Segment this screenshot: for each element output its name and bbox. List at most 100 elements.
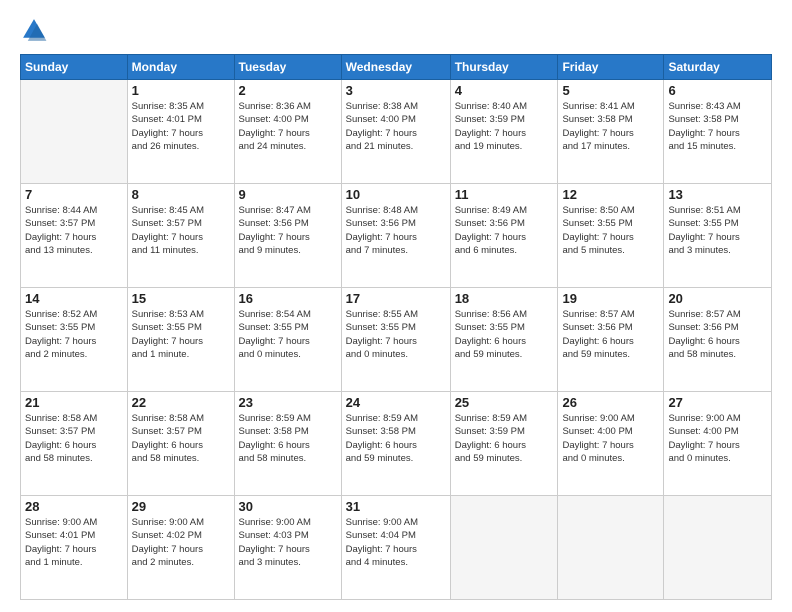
- calendar: SundayMondayTuesdayWednesdayThursdayFrid…: [20, 54, 772, 600]
- day-number: 12: [562, 187, 659, 202]
- day-number: 1: [132, 83, 230, 98]
- day-cell: 25 Sunrise: 8:59 AM Sunset: 3:59 PM Dayli…: [450, 392, 558, 496]
- day-info: Sunrise: 9:00 AM Sunset: 4:00 PM Dayligh…: [562, 412, 659, 465]
- day-cell: 8 Sunrise: 8:45 AM Sunset: 3:57 PM Daylig…: [127, 184, 234, 288]
- weekday-header-thursday: Thursday: [450, 55, 558, 80]
- day-info: Sunrise: 9:00 AM Sunset: 4:03 PM Dayligh…: [239, 516, 337, 569]
- weekday-header-wednesday: Wednesday: [341, 55, 450, 80]
- weekday-header-monday: Monday: [127, 55, 234, 80]
- day-number: 3: [346, 83, 446, 98]
- day-info: Sunrise: 8:49 AM Sunset: 3:56 PM Dayligh…: [455, 204, 554, 257]
- day-info: Sunrise: 8:59 AM Sunset: 3:59 PM Dayligh…: [455, 412, 554, 465]
- week-row-2: 7 Sunrise: 8:44 AM Sunset: 3:57 PM Daylig…: [21, 184, 772, 288]
- day-info: Sunrise: 9:00 AM Sunset: 4:04 PM Dayligh…: [346, 516, 446, 569]
- day-cell: 2 Sunrise: 8:36 AM Sunset: 4:00 PM Daylig…: [234, 80, 341, 184]
- day-number: 4: [455, 83, 554, 98]
- day-number: 14: [25, 291, 123, 306]
- day-number: 29: [132, 499, 230, 514]
- day-cell: 31Sunrise: 9:00 AM Sunset: 4:04 PM Dayli…: [341, 496, 450, 600]
- day-cell: 6Sunrise: 8:43 AM Sunset: 3:58 PM Daylig…: [664, 80, 772, 184]
- day-cell: 5 Sunrise: 8:41 AM Sunset: 3:58 PM Daylig…: [558, 80, 664, 184]
- day-number: 25: [455, 395, 554, 410]
- day-number: 13: [668, 187, 767, 202]
- day-cell: 23Sunrise: 8:59 AM Sunset: 3:58 PM Dayli…: [234, 392, 341, 496]
- day-number: 24: [346, 395, 446, 410]
- day-info: Sunrise: 9:00 AM Sunset: 4:02 PM Dayligh…: [132, 516, 230, 569]
- day-number: 30: [239, 499, 337, 514]
- page: SundayMondayTuesdayWednesdayThursdayFrid…: [0, 0, 792, 612]
- week-row-5: 28 Sunrise: 9:00 AM Sunset: 4:01 PM Dayli…: [21, 496, 772, 600]
- day-info: Sunrise: 8:54 AM Sunset: 3:55 PM Dayligh…: [239, 308, 337, 361]
- day-info: Sunrise: 8:41 AM Sunset: 3:58 PM Dayligh…: [562, 100, 659, 153]
- header: [20, 16, 772, 44]
- day-number: 5: [562, 83, 659, 98]
- day-info: Sunrise: 8:40 AM Sunset: 3:59 PM Dayligh…: [455, 100, 554, 153]
- day-number: 8: [132, 187, 230, 202]
- day-number: 10: [346, 187, 446, 202]
- day-cell: [450, 496, 558, 600]
- day-number: 19: [562, 291, 659, 306]
- week-row-1: 1 Sunrise: 8:35 AM Sunset: 4:01 PM Daylig…: [21, 80, 772, 184]
- day-info: Sunrise: 8:55 AM Sunset: 3:55 PM Dayligh…: [346, 308, 446, 361]
- day-cell: 29 Sunrise: 9:00 AM Sunset: 4:02 PM Dayli…: [127, 496, 234, 600]
- day-number: 20: [668, 291, 767, 306]
- day-cell: 17 Sunrise: 8:55 AM Sunset: 3:55 PM Dayli…: [341, 288, 450, 392]
- day-info: Sunrise: 8:44 AM Sunset: 3:57 PM Dayligh…: [25, 204, 123, 257]
- day-info: Sunrise: 8:56 AM Sunset: 3:55 PM Dayligh…: [455, 308, 554, 361]
- weekday-header-friday: Friday: [558, 55, 664, 80]
- day-number: 11: [455, 187, 554, 202]
- day-number: 23: [239, 395, 337, 410]
- day-cell: 18 Sunrise: 8:56 AM Sunset: 3:55 PM Dayli…: [450, 288, 558, 392]
- day-cell: 7 Sunrise: 8:44 AM Sunset: 3:57 PM Daylig…: [21, 184, 128, 288]
- day-number: 17: [346, 291, 446, 306]
- logo-icon: [20, 16, 48, 44]
- day-number: 27: [668, 395, 767, 410]
- day-info: Sunrise: 8:51 AM Sunset: 3:55 PM Dayligh…: [668, 204, 767, 257]
- weekday-header-tuesday: Tuesday: [234, 55, 341, 80]
- day-cell: 26 Sunrise: 9:00 AM Sunset: 4:00 PM Dayli…: [558, 392, 664, 496]
- day-info: Sunrise: 8:45 AM Sunset: 3:57 PM Dayligh…: [132, 204, 230, 257]
- day-info: Sunrise: 8:47 AM Sunset: 3:56 PM Dayligh…: [239, 204, 337, 257]
- day-cell: 19 Sunrise: 8:57 AM Sunset: 3:56 PM Dayli…: [558, 288, 664, 392]
- day-number: 15: [132, 291, 230, 306]
- day-cell: 14 Sunrise: 8:52 AM Sunset: 3:55 PM Dayli…: [21, 288, 128, 392]
- day-cell: 20 Sunrise: 8:57 AM Sunset: 3:56 PM Dayli…: [664, 288, 772, 392]
- day-cell: 21 Sunrise: 8:58 AM Sunset: 3:57 PM Dayli…: [21, 392, 128, 496]
- day-number: 18: [455, 291, 554, 306]
- logo: [20, 16, 52, 44]
- day-cell: [664, 496, 772, 600]
- day-number: 22: [132, 395, 230, 410]
- day-number: 16: [239, 291, 337, 306]
- day-cell: 9 Sunrise: 8:47 AM Sunset: 3:56 PM Daylig…: [234, 184, 341, 288]
- day-info: Sunrise: 8:58 AM Sunset: 3:57 PM Dayligh…: [25, 412, 123, 465]
- day-number: 21: [25, 395, 123, 410]
- weekday-header-sunday: Sunday: [21, 55, 128, 80]
- day-cell: 15 Sunrise: 8:53 AM Sunset: 3:55 PM Dayli…: [127, 288, 234, 392]
- day-cell: [21, 80, 128, 184]
- day-number: 7: [25, 187, 123, 202]
- day-cell: 13 Sunrise: 8:51 AM Sunset: 3:55 PM Dayli…: [664, 184, 772, 288]
- day-info: Sunrise: 8:50 AM Sunset: 3:55 PM Dayligh…: [562, 204, 659, 257]
- week-row-3: 14 Sunrise: 8:52 AM Sunset: 3:55 PM Dayli…: [21, 288, 772, 392]
- day-cell: 27Sunrise: 9:00 AM Sunset: 4:00 PM Dayli…: [664, 392, 772, 496]
- day-info: Sunrise: 8:57 AM Sunset: 3:56 PM Dayligh…: [668, 308, 767, 361]
- day-info: Sunrise: 8:35 AM Sunset: 4:01 PM Dayligh…: [132, 100, 230, 153]
- day-info: Sunrise: 8:52 AM Sunset: 3:55 PM Dayligh…: [25, 308, 123, 361]
- day-info: Sunrise: 8:57 AM Sunset: 3:56 PM Dayligh…: [562, 308, 659, 361]
- day-info: Sunrise: 8:48 AM Sunset: 3:56 PM Dayligh…: [346, 204, 446, 257]
- day-number: 2: [239, 83, 337, 98]
- day-cell: 1 Sunrise: 8:35 AM Sunset: 4:01 PM Daylig…: [127, 80, 234, 184]
- day-info: Sunrise: 8:36 AM Sunset: 4:00 PM Dayligh…: [239, 100, 337, 153]
- day-info: Sunrise: 8:53 AM Sunset: 3:55 PM Dayligh…: [132, 308, 230, 361]
- day-cell: 24Sunrise: 8:59 AM Sunset: 3:58 PM Dayli…: [341, 392, 450, 496]
- day-info: Sunrise: 8:58 AM Sunset: 3:57 PM Dayligh…: [132, 412, 230, 465]
- day-number: 6: [668, 83, 767, 98]
- day-number: 9: [239, 187, 337, 202]
- day-number: 28: [25, 499, 123, 514]
- day-number: 26: [562, 395, 659, 410]
- day-info: Sunrise: 9:00 AM Sunset: 4:01 PM Dayligh…: [25, 516, 123, 569]
- day-cell: 3Sunrise: 8:38 AM Sunset: 4:00 PM Daylig…: [341, 80, 450, 184]
- day-cell: 4 Sunrise: 8:40 AM Sunset: 3:59 PM Daylig…: [450, 80, 558, 184]
- day-cell: [558, 496, 664, 600]
- weekday-header-saturday: Saturday: [664, 55, 772, 80]
